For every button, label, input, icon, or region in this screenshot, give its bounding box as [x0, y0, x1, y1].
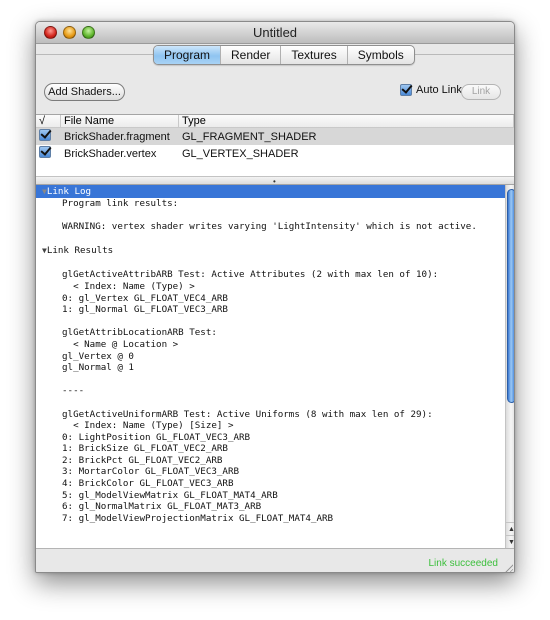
- split-view-divider[interactable]: •: [36, 176, 514, 186]
- scroll-up-icon[interactable]: ▲: [506, 522, 514, 535]
- column-header-type[interactable]: Type: [179, 115, 514, 127]
- add-shaders-button[interactable]: Add Shaders...: [44, 83, 125, 101]
- app-window: Untitled Program Render Textures Symbols…: [35, 21, 515, 573]
- title-bar[interactable]: Untitled: [36, 22, 514, 44]
- file-name-cell: BrickShader.vertex: [64, 147, 157, 160]
- link-status: Link succeeded: [428, 558, 499, 569]
- table-row[interactable]: BrickShader.fragment GL_FRAGMENT_SHADER: [36, 128, 514, 145]
- minimize-button[interactable]: [63, 26, 76, 39]
- auto-link-toggle[interactable]: Auto Link: [400, 84, 462, 96]
- link-results-text: glGetActiveAttribARB Test: Active Attrib…: [62, 269, 439, 524]
- file-name-cell: BrickShader.fragment: [64, 130, 170, 143]
- tab-symbols[interactable]: Symbols: [346, 46, 414, 64]
- tab-bar: Program Render Textures Symbols: [153, 45, 415, 65]
- row-enabled-checkbox[interactable]: [39, 146, 51, 158]
- status-bar: Link succeeded: [36, 548, 514, 572]
- link-button[interactable]: Link: [461, 84, 501, 100]
- column-header-check[interactable]: √: [36, 115, 61, 127]
- auto-link-checkbox[interactable]: [400, 84, 412, 96]
- window-title: Untitled: [252, 25, 298, 40]
- scroll-down-icon[interactable]: ▼: [506, 535, 514, 548]
- table-row[interactable]: BrickShader.vertex GL_VERTEX_SHADER: [36, 145, 514, 162]
- scroll-thumb[interactable]: [507, 189, 514, 403]
- resize-grip-icon[interactable]: [503, 563, 513, 572]
- row-enabled-checkbox[interactable]: [39, 129, 51, 141]
- section-title: Link Log: [46, 186, 92, 197]
- close-button[interactable]: [44, 26, 57, 39]
- column-header-file-name[interactable]: File Name: [61, 115, 179, 127]
- section-title: Link Results: [46, 245, 114, 257]
- link-log-view[interactable]: ▼Link Log Program link results: WARNING:…: [36, 185, 505, 548]
- shader-file-table: √ File Name Type BrickShader.fragment GL…: [36, 114, 514, 176]
- tab-render[interactable]: Render: [220, 46, 280, 64]
- section-header-link-results[interactable]: ▼Link Results: [36, 244, 505, 257]
- tab-program[interactable]: Program: [154, 46, 221, 64]
- table-header: √ File Name Type: [36, 115, 514, 128]
- link-log-text: Program link results: WARNING: vertex sh…: [62, 198, 477, 233]
- file-type-cell: GL_VERTEX_SHADER: [182, 147, 299, 160]
- zoom-button[interactable]: [82, 26, 95, 39]
- vertical-scrollbar[interactable]: ▲ ▼: [505, 185, 514, 548]
- section-header-link-log[interactable]: ▼Link Log: [36, 185, 505, 198]
- file-type-cell: GL_FRAGMENT_SHADER: [182, 130, 317, 143]
- auto-link-label: Auto Link: [416, 84, 462, 96]
- tab-textures[interactable]: Textures: [280, 46, 346, 64]
- splitter-grip-icon: •: [273, 177, 276, 186]
